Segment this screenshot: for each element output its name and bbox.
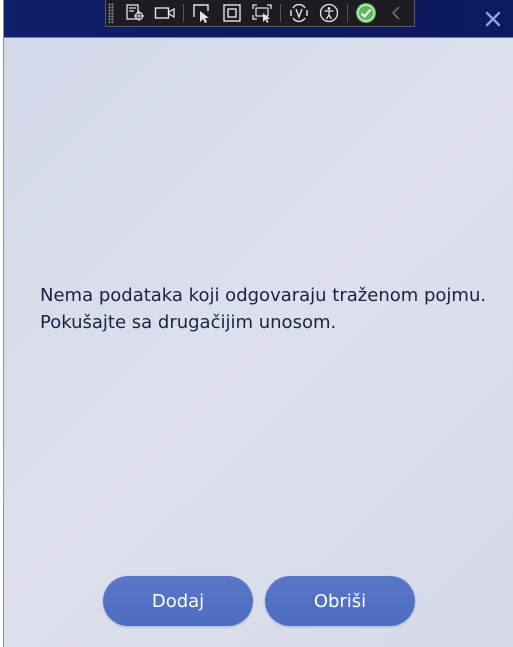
- runtime-debug-toolbar: [105, 0, 415, 27]
- close-button[interactable]: [482, 8, 504, 30]
- video-record-icon[interactable]: [153, 2, 177, 24]
- binding-failures-ok-icon[interactable]: [354, 2, 378, 24]
- select-element-icon[interactable]: [190, 2, 214, 24]
- toolbar-grip[interactable]: [108, 3, 114, 23]
- dialog-content: Nema podataka koji odgovaraju traženom p…: [4, 38, 513, 647]
- close-icon: [485, 11, 501, 27]
- empty-state-message: Nema podataka koji odgovaraju traženom p…: [40, 282, 500, 336]
- accessibility-checker-icon[interactable]: [317, 2, 341, 24]
- hot-reload-icon[interactable]: [287, 2, 311, 24]
- empty-state-line-1: Nema podataka koji odgovaraju traženom p…: [40, 285, 487, 306]
- track-focused-element-icon[interactable]: [250, 2, 274, 24]
- display-layout-adorners-icon[interactable]: [220, 2, 244, 24]
- dialog-window: Nema podataka koji odgovaraju traženom p…: [3, 0, 513, 647]
- delete-button[interactable]: Obriši: [265, 576, 415, 626]
- toolbar-separator: [183, 4, 184, 22]
- empty-state-line-2: Pokušajte sa drugačijim unosom.: [40, 312, 337, 333]
- collapse-toolbar-icon[interactable]: [384, 2, 408, 24]
- toolbar-separator: [347, 4, 348, 22]
- delete-button-label: Obriši: [313, 590, 367, 612]
- live-visual-tree-icon[interactable]: [123, 2, 147, 24]
- title-bar[interactable]: [4, 0, 513, 38]
- add-button[interactable]: Dodaj: [103, 576, 253, 626]
- toolbar-separator: [280, 4, 281, 22]
- add-button-label: Dodaj: [151, 590, 205, 612]
